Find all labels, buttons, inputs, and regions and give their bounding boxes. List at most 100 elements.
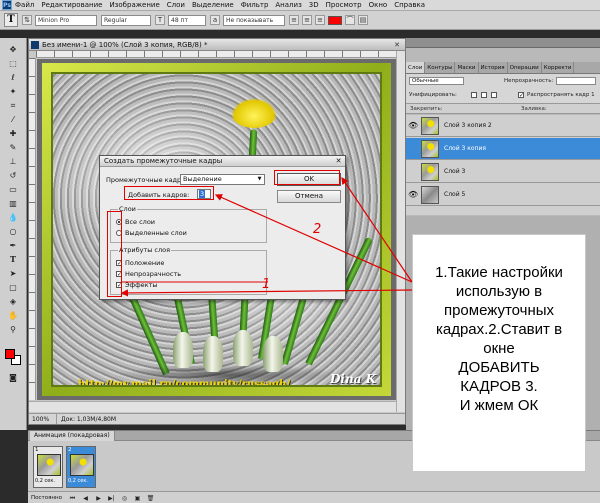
font-style-select[interactable]: Regular [101,14,151,26]
blur-tool-icon[interactable]: 💧 [7,212,19,223]
dodge-tool-icon[interactable]: ○ [7,226,19,237]
play-icon[interactable]: ▶ [94,494,103,503]
3d-rotate-tool-icon[interactable]: ◈ [7,296,19,307]
hand-tool-icon[interactable]: ✋ [7,310,19,321]
vertical-scrollbar[interactable] [396,51,405,412]
tab-paths[interactable]: Контуры [425,62,456,73]
menu-view[interactable]: Просмотр [326,1,362,9]
tab-layers[interactable]: Слои [406,62,426,73]
dialog-title-bar[interactable]: Создать промежуточные кадры ✕ [100,156,345,167]
text-color-swatch[interactable] [328,15,342,25]
menu-edit[interactable]: Редактирование [41,1,102,9]
position-option[interactable]: ✓ Положение [116,259,164,267]
new-frame-icon[interactable]: ▣ [133,494,142,503]
layer-row-selected[interactable]: Слой 3 копия [406,138,600,160]
cancel-button[interactable]: Отмена [277,190,341,203]
next-frame-icon[interactable]: ▶| [107,494,116,503]
tween-icon[interactable]: ◎ [120,494,129,503]
layer-name[interactable]: Слой 5 [444,191,465,198]
warp-text-icon[interactable]: ⌒ [345,15,355,25]
align-center-icon[interactable]: ≡ [302,15,312,25]
menu-analysis[interactable]: Анализ [275,1,301,9]
layer-name[interactable]: Слой 3 копия 2 [444,122,492,129]
align-right-icon[interactable]: ≡ [315,15,325,25]
eraser-tool-icon[interactable]: ▭ [7,184,19,195]
effects-option[interactable]: ✓ Эффекты [116,281,158,289]
pen-tool-icon[interactable]: ✒ [7,240,19,251]
lasso-tool-icon[interactable]: ℓ [7,72,19,83]
propagate-frame-checkbox[interactable]: ✓ [518,92,524,99]
visibility-empty-icon[interactable] [408,167,417,176]
menu-select[interactable]: Выделение [192,1,234,9]
menu-3d[interactable]: 3D [309,1,319,9]
font-size-select[interactable]: 48 пт [168,14,206,26]
path-selection-tool-icon[interactable]: ➤ [7,268,19,279]
move-tool-icon[interactable]: ✥ [7,44,19,55]
foreground-color-swatch[interactable] [5,349,15,359]
document-size-info[interactable]: Док: 1,03M/4,80M [57,414,116,424]
layer-row[interactable]: 👁 Слой 5 [406,184,600,206]
loop-options-select[interactable]: Постоянно [31,495,63,501]
menu-file[interactable]: Файл [15,1,34,9]
close-icon[interactable]: ✕ [334,157,343,166]
marquee-tool-icon[interactable]: ⬚ [7,58,19,69]
frame-delay[interactable]: 0,2 сек. [68,478,88,484]
previous-frame-icon[interactable]: ◀ [81,494,90,503]
blend-mode-select[interactable]: Обычные [409,77,464,85]
clone-stamp-tool-icon[interactable]: ⊥ [7,156,19,167]
text-orientation-icon[interactable]: ⇅ [22,15,32,25]
first-frame-icon[interactable]: ⏮ [68,494,77,503]
tab-animation[interactable]: Анимация (покадровая) [30,431,115,441]
healing-brush-tool-icon[interactable]: ✚ [7,128,19,139]
menu-image[interactable]: Изображение [109,1,159,9]
tab-actions[interactable]: Операции [508,62,542,73]
document-title-bar[interactable]: Без имени-1 @ 100% (Слой 3 копия, RGB/8)… [29,39,405,51]
opacity-field[interactable] [556,77,596,85]
quick-mask-icon[interactable]: ◙ [7,372,19,383]
tab-history[interactable]: История [479,62,508,73]
tab-adjustments[interactable]: Корректи [542,62,575,73]
unify-position-icon[interactable] [471,92,477,98]
menu-bar: Ps Файл Редактирование Изображение Слои … [0,0,600,11]
shape-tool-icon[interactable]: ▢ [7,282,19,293]
gradient-tool-icon[interactable]: ▥ [7,198,19,209]
unify-visibility-icon[interactable] [481,92,487,98]
align-left-icon[interactable]: ≡ [289,15,299,25]
close-icon[interactable]: ✕ [392,40,402,50]
layer-row[interactable]: Слой 3 [406,161,600,183]
antialias-select[interactable]: Не показывать [223,14,285,26]
layer-name[interactable]: Слой 3 [444,168,465,175]
visibility-eye-icon[interactable]: 👁 [408,190,418,199]
menu-window[interactable]: Окно [369,1,388,9]
visibility-eye-icon[interactable]: 👁 [408,121,418,130]
delete-frame-icon[interactable]: 🗑 [146,494,155,503]
frame-delay[interactable]: 0,2 сек. [35,478,55,484]
opacity-option[interactable]: ✓ Непрозрачность [116,270,181,278]
animation-frame[interactable]: 1 0,2 сек. [33,446,63,488]
brush-tool-icon[interactable]: ✎ [7,142,19,153]
selected-layers-option[interactable]: Выделенные слои [116,229,187,237]
magic-wand-tool-icon[interactable]: ✦ [7,86,19,97]
history-brush-tool-icon[interactable]: ↺ [7,170,19,181]
menu-layers[interactable]: Слои [167,1,185,9]
visibility-empty-icon[interactable] [408,144,417,153]
menu-help[interactable]: Справка [394,1,425,9]
unify-style-icon[interactable] [491,92,497,98]
zoom-tool-icon[interactable]: ⚲ [7,324,19,335]
layer-name[interactable]: Слой 3 копия [444,145,486,152]
eyedropper-tool-icon[interactable]: ⁄ [7,114,19,125]
layer-row[interactable]: 👁 Слой 3 копия 2 [406,115,600,137]
type-tool-preset-icon[interactable]: T [4,13,18,27]
tab-masks[interactable]: Маски [455,62,479,73]
horizontal-scrollbar[interactable] [29,401,397,412]
panel-dock-header[interactable] [406,38,600,48]
crop-tool-icon[interactable]: ⌗ [7,100,19,111]
zoom-level[interactable]: 100% [29,414,57,424]
chevron-down-icon[interactable]: ▼ [256,176,263,183]
character-panel-icon[interactable]: ▤ [358,15,368,25]
type-tool-icon[interactable]: T [7,254,19,265]
tween-with-select[interactable]: Выделение ▼ [180,174,265,185]
menu-filter[interactable]: Фильтр [241,1,269,9]
animation-frame-selected[interactable]: 2 0,2 сек. [66,446,96,488]
font-family-select[interactable]: Minion Pro [35,14,97,26]
